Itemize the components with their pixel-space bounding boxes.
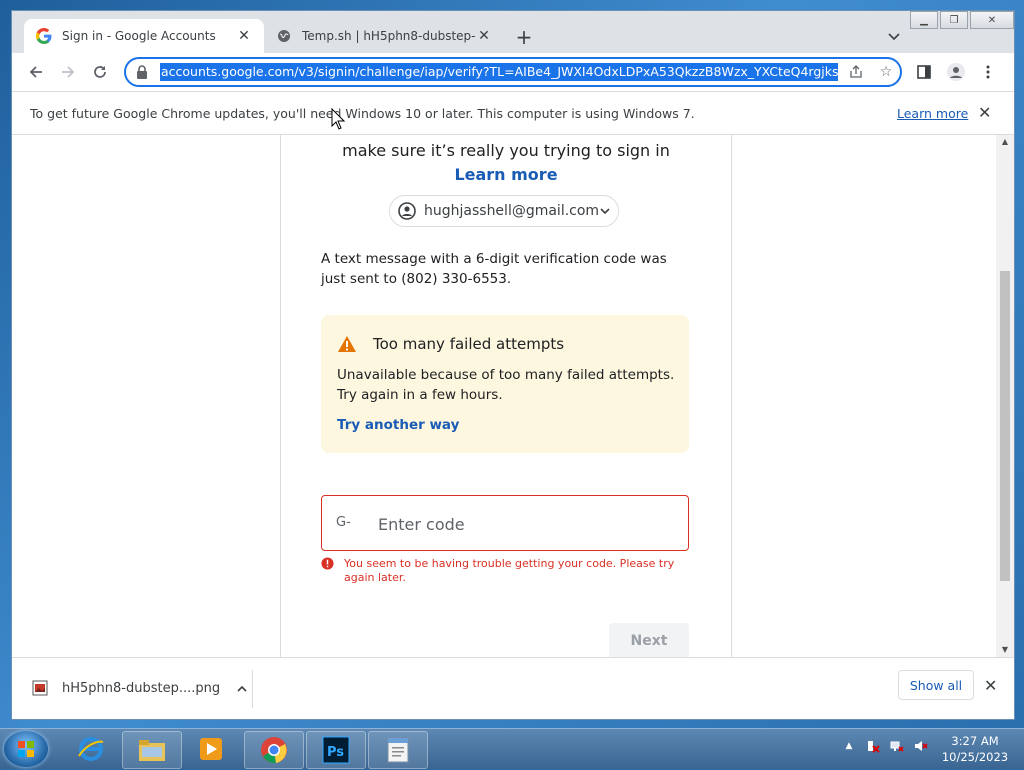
scroll-down-arrow-icon[interactable]: ▼: [1000, 645, 1010, 654]
url-text[interactable]: accounts.google.com/v3/signin/challenge/…: [160, 63, 838, 81]
image-file-icon: [32, 680, 48, 696]
window-controls: ▁ ❐ ✕: [908, 11, 1014, 29]
restore-button[interactable]: ❐: [940, 11, 968, 29]
code-input[interactable]: [376, 510, 680, 538]
close-tab-icon[interactable]: ✕: [476, 28, 492, 44]
next-button[interactable]: Next: [609, 623, 689, 657]
download-item[interactable]: hH5phn8-dubstep....png: [32, 672, 252, 704]
profile-avatar-icon[interactable]: [944, 60, 968, 84]
close-window-button[interactable]: ✕: [970, 11, 1014, 29]
page-content: make sure it’s really you trying to sign…: [12, 135, 1014, 657]
action-center-icon[interactable]: [866, 739, 880, 753]
back-arrow-icon[interactable]: [24, 60, 48, 84]
browser-toolbar: accounts.google.com/v3/signin/challenge/…: [12, 53, 1014, 91]
minimize-button[interactable]: ▁: [910, 11, 938, 29]
error-message: You seem to be having trouble getting yo…: [321, 557, 681, 585]
error-circle-icon: [321, 557, 335, 571]
file-explorer-icon[interactable]: [122, 731, 182, 769]
try-another-way-link[interactable]: Try another way: [337, 417, 459, 433]
kebab-menu-icon[interactable]: [976, 60, 1000, 84]
learn-more-link[interactable]: Learn more: [281, 165, 731, 184]
scroll-up-arrow-icon[interactable]: ▲: [1000, 137, 1010, 146]
share-icon[interactable]: [844, 60, 868, 84]
account-chip[interactable]: hughjasshell@gmail.com: [389, 195, 619, 227]
close-infobar-icon[interactable]: ✕: [978, 103, 991, 122]
warning-title: Too many failed attempts: [373, 335, 565, 353]
reload-icon[interactable]: [88, 60, 112, 84]
internet-explorer-icon[interactable]: [62, 731, 120, 767]
side-panel-icon[interactable]: [912, 60, 936, 84]
notepad-app-icon[interactable]: [368, 731, 428, 769]
account-circle-icon: [398, 201, 416, 221]
clock-time: 3:27 AM: [951, 734, 999, 748]
chrome-window: Sign in - Google Accounts ✕ Temp.sh | hH…: [11, 10, 1015, 720]
error-text: You seem to be having trouble getting yo…: [344, 557, 675, 584]
system-tray: ▲: [842, 739, 928, 753]
globe-icon: [276, 28, 292, 44]
close-tab-icon[interactable]: ✕: [236, 28, 252, 44]
google-g-icon: [36, 28, 52, 44]
volume-muted-icon[interactable]: [914, 739, 928, 753]
tab-temp-sh[interactable]: Temp.sh | hH5phn8-dubstep-wall ✕: [264, 19, 504, 53]
close-shelf-icon[interactable]: ✕: [984, 676, 997, 695]
intro-text: make sure it’s really you trying to sign…: [342, 141, 670, 160]
tab-title: Temp.sh | hH5phn8-dubstep-wall: [302, 29, 476, 43]
clock[interactable]: 3:27 AM 10/25/2023: [930, 733, 1020, 765]
scrollbar-thumb[interactable]: [1000, 271, 1010, 581]
svg-text:Ps: Ps: [327, 745, 344, 760]
media-player-icon[interactable]: [182, 731, 240, 767]
tab-google-sign-in[interactable]: Sign in - Google Accounts ✕: [24, 19, 264, 53]
address-bar[interactable]: accounts.google.com/v3/signin/challenge/…: [124, 57, 902, 87]
sms-sent-text: A text message with a 6-digit verificati…: [321, 251, 667, 287]
forward-arrow-icon[interactable]: [56, 60, 80, 84]
account-email: hughjasshell@gmail.com: [424, 203, 600, 219]
download-file-name: hH5phn8-dubstep....png: [62, 680, 221, 696]
update-infobar: To get future Google Chrome updates, you…: [12, 91, 1014, 135]
warning-box: Too many failed attempts Unavailable bec…: [321, 315, 689, 453]
clock-date: 10/25/2023: [941, 750, 1009, 764]
tab-strip: Sign in - Google Accounts ✕ Temp.sh | hH…: [12, 11, 1014, 53]
page-scrollbar[interactable]: ▲ ▼: [996, 135, 1014, 657]
code-prefix: G-: [336, 515, 351, 530]
warning-body: Unavailable because of too many failed a…: [337, 367, 675, 403]
show-hidden-icons-icon[interactable]: ▲: [842, 739, 856, 753]
tab-title: Sign in - Google Accounts: [62, 29, 216, 43]
lock-icon[interactable]: [136, 65, 150, 79]
new-tab-button[interactable]: +: [512, 25, 536, 49]
infobar-message: To get future Google Chrome updates, you…: [30, 106, 695, 121]
infobar-learn-more-link[interactable]: Learn more: [897, 106, 968, 121]
chevron-up-icon[interactable]: [232, 682, 252, 695]
mouse-cursor-icon: [331, 107, 346, 130]
photoshop-icon[interactable]: Ps: [306, 731, 366, 769]
bookmark-star-icon[interactable]: ☆: [874, 60, 898, 84]
code-field[interactable]: G-: [321, 495, 689, 551]
warning-triangle-icon: [337, 335, 357, 353]
start-orb-icon[interactable]: [4, 731, 48, 767]
chrome-icon[interactable]: [244, 731, 304, 769]
show-all-button[interactable]: Show all: [898, 670, 974, 700]
tab-search-chevron-icon[interactable]: [884, 27, 904, 47]
windows-taskbar: Ps ▲ 3:27 AM 10/25/2023: [0, 728, 1024, 769]
shelf-divider: [252, 670, 253, 708]
network-icon[interactable]: [890, 739, 904, 753]
chevron-down-icon: [599, 208, 610, 214]
sign-in-card: make sure it’s really you trying to sign…: [280, 135, 732, 657]
warning-header: Too many failed attempts: [337, 335, 564, 353]
download-shelf: hH5phn8-dubstep....png Show all ✕: [12, 657, 1014, 719]
